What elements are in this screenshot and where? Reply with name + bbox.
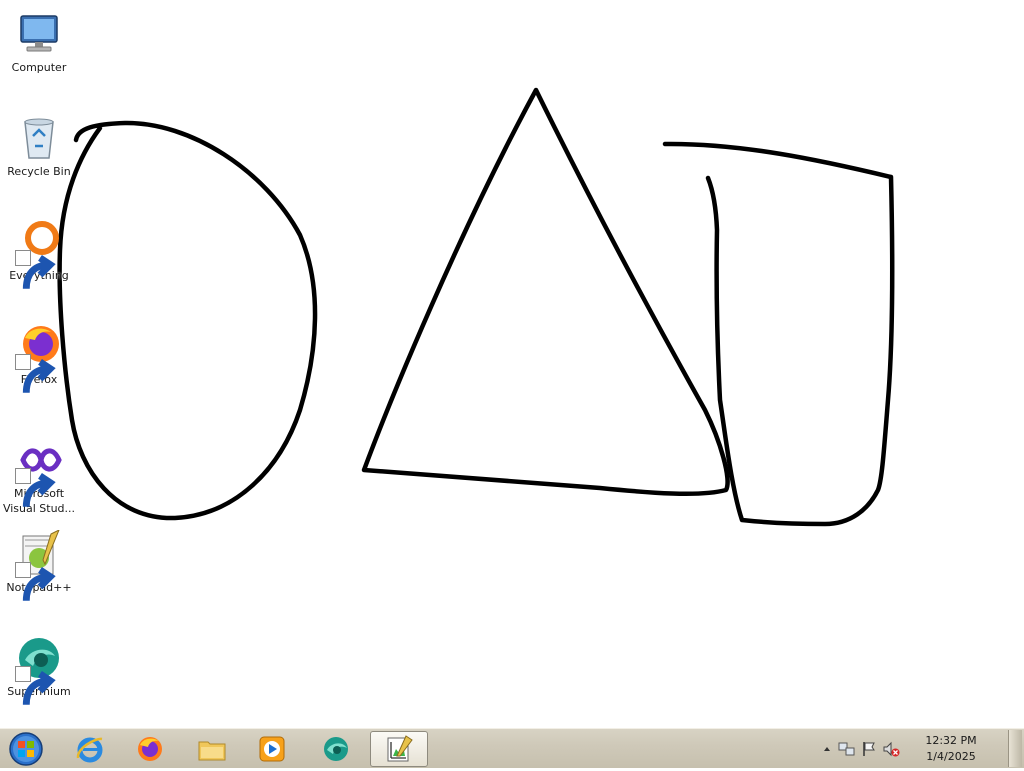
desktop-icon-visual-studio[interactable]: Microsoft Visual Stud... [2, 430, 76, 516]
visual-studio-icon [15, 436, 63, 507]
desktop-icon-label: Computer [11, 61, 67, 74]
desktop-icon-label: Recycle Bin [7, 165, 71, 178]
network-icon[interactable] [838, 740, 856, 758]
drawn-triangle-shape [361, 87, 730, 496]
show-desktop-button[interactable] [1008, 730, 1022, 767]
desktop-icon-supermium[interactable]: Supermium [2, 628, 76, 705]
system-tray: 12:32 PM 1/4/2025 [814, 729, 984, 769]
firefox-icon [138, 737, 162, 761]
shortcut-arrow-icon [15, 468, 56, 507]
taskbar-firefox[interactable] [124, 731, 176, 767]
paint-app-icon [387, 735, 413, 762]
taskbar-supermium[interactable] [310, 731, 362, 767]
show-hidden-icons-button[interactable] [818, 740, 836, 758]
taskbar-file-explorer[interactable] [186, 731, 238, 767]
folder-icon [198, 741, 226, 761]
drawn-cup-shape [662, 141, 895, 527]
shortcut-arrow-icon [15, 250, 56, 289]
desktop-icon-recycle-bin[interactable]: Recycle Bin [2, 108, 76, 179]
volume-muted-icon[interactable] [882, 740, 900, 758]
clock-time: 12:32 PM [925, 734, 977, 747]
computer-icon [15, 10, 63, 58]
firefox-icon [15, 322, 63, 393]
taskbar-media-player[interactable] [246, 731, 298, 767]
supermium-icon [324, 737, 348, 761]
desktop-icon-everything[interactable]: Everything [2, 212, 76, 289]
shortcut-arrow-icon [15, 354, 56, 393]
supermium-icon [15, 634, 63, 705]
shortcut-arrow-icon [15, 666, 56, 705]
drawing-canvas[interactable] [0, 0, 1024, 728]
start-button[interactable] [6, 731, 46, 767]
desktop-icons: Computer Recycle Bin Everything Firefox … [0, 0, 80, 728]
shortcut-arrow-icon [15, 562, 56, 601]
taskbar-clock[interactable]: 12:32 PM 1/4/2025 [918, 733, 984, 765]
drawn-oval-shape [57, 120, 318, 521]
desktop-icon-firefox[interactable]: Firefox [2, 316, 76, 393]
internet-explorer-icon [76, 737, 103, 763]
media-player-icon [259, 736, 285, 762]
windows-orb-icon [9, 732, 43, 766]
desktop-icon-notepad-plus-plus[interactable]: Notepad++ [2, 524, 76, 601]
desktop-icon-computer[interactable]: Computer [2, 4, 76, 75]
everything-search-icon [15, 218, 63, 289]
notepad-plus-plus-icon [15, 528, 63, 601]
taskbar-paint-active[interactable] [370, 731, 428, 767]
chevron-up-icon [824, 747, 830, 751]
taskbar-internet-explorer[interactable] [64, 731, 116, 767]
taskbar: 12:32 PM 1/4/2025 [0, 728, 1024, 768]
recycle-bin-icon [15, 114, 63, 162]
clock-date: 1/4/2025 [926, 750, 976, 763]
action-center-flag-icon[interactable] [860, 740, 878, 758]
